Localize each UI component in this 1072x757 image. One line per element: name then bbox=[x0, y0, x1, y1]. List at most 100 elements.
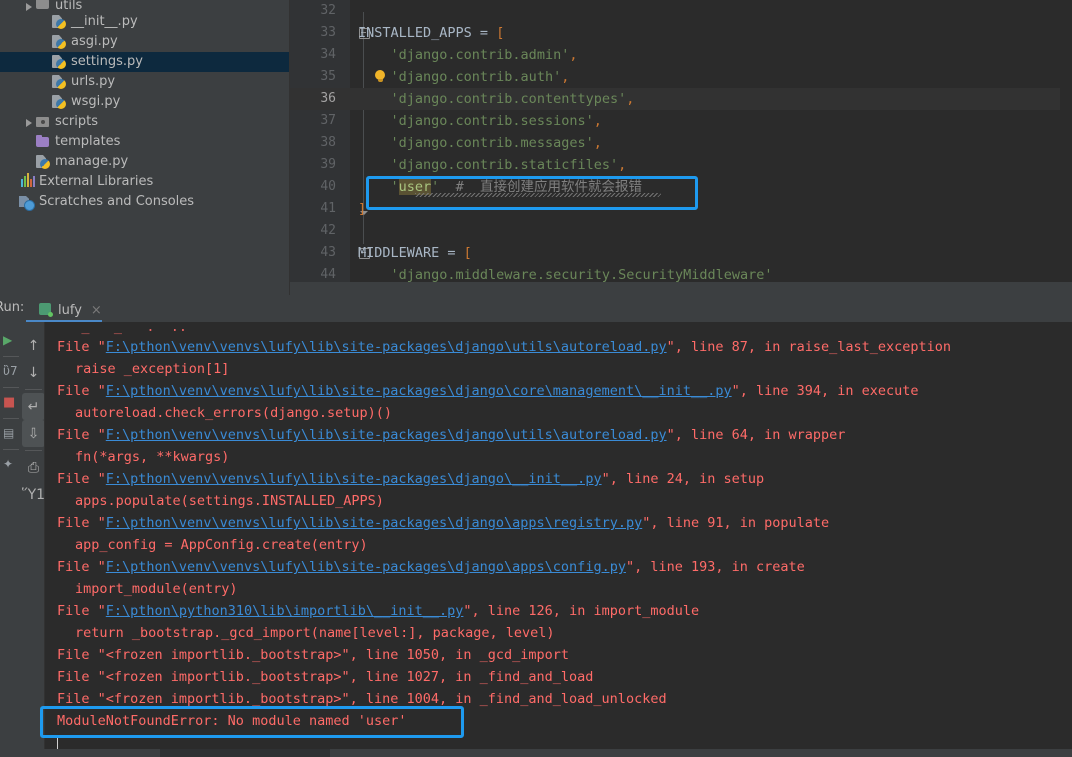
stacktrace-file-link[interactable]: F:\pthon\venv\venvs\lufy\lib\site-packag… bbox=[106, 559, 626, 575]
code-text: INSTALLED_APPS = [ bbox=[358, 25, 505, 41]
console-toolbar[interactable]: ↑ ↓ ↵ ⇩ ⎙ Ὕ1 bbox=[22, 322, 45, 757]
stacktrace-file-link[interactable]: F:\pthon\venv\venvs\lufy\lib\site-packag… bbox=[106, 471, 602, 487]
clear-all-button[interactable]: Ὕ1 bbox=[22, 481, 45, 508]
tree-item-label: External Libraries bbox=[39, 174, 154, 189]
print-button[interactable]: ⎙ bbox=[22, 454, 45, 481]
console-text: File "<frozen importlib._bootstrap>", li… bbox=[57, 647, 570, 663]
code-line-35[interactable]: 35 'django.contrib.auth', bbox=[290, 66, 1072, 88]
console-text: ", line 64, in wrapper bbox=[666, 427, 846, 443]
close-icon[interactable]: × bbox=[91, 303, 102, 318]
stacktrace-file-link[interactable]: F:\pthon\python310\lib\importlib\__init_… bbox=[106, 603, 464, 619]
code-text: 'django.contrib.contenttypes', bbox=[390, 91, 635, 107]
run-tool-window: Run: lufy × ▶ ὒ7 ■ ▤ ✦ ↑ ↓ ↵ ⇩ ⎙Ὕ1 _ _ . ..File … bbox=[0, 295, 1072, 757]
code-text: 'django.contrib.admin', bbox=[390, 47, 578, 63]
tree-item-scratches-and-consoles[interactable]: Scratches and Consoles bbox=[0, 192, 290, 212]
stacktrace-file-link[interactable]: F:\pthon\venv\venvs\lufy\lib\site-packag… bbox=[106, 339, 667, 355]
tree-item-wsgi-py[interactable]: wsgi.py bbox=[0, 92, 290, 112]
console-text: apps.populate(settings.INSTALLED_APPS) bbox=[75, 493, 384, 509]
code-line-43[interactable]: 43 MIDDLEWARE = [ bbox=[290, 242, 1072, 264]
python-file-icon bbox=[51, 14, 67, 30]
editor-lines[interactable]: 32 33 INSTALLED_APPS = [ 34 'django.contrib… bbox=[290, 0, 1072, 282]
run-tab-bar: Run: lufy × bbox=[0, 295, 1072, 322]
console-line: apps.populate(settings.INSTALLED_APPS) bbox=[45, 490, 1072, 512]
code-line-34[interactable]: 34 'django.contrib.admin', bbox=[290, 44, 1072, 66]
stacktrace-file-link[interactable]: F:\pthon\venv\venvs\lufy\lib\site-packag… bbox=[106, 427, 667, 443]
tree-item-scripts[interactable]: scripts bbox=[0, 112, 290, 132]
toolbar-separator bbox=[25, 389, 42, 390]
side-separator bbox=[3, 418, 19, 419]
console-text: import_module(entry) bbox=[75, 581, 238, 597]
folder-dot-icon bbox=[35, 114, 51, 130]
console-line: return _bootstrap._gcd_import(name[level… bbox=[45, 622, 1072, 644]
run-side-icons[interactable]: ▶ ὒ7 ■ ▤ ✦ bbox=[0, 322, 22, 757]
code-text: 'django.middleware.security.SecurityMidd… bbox=[390, 267, 773, 282]
side-separator bbox=[3, 387, 19, 388]
chevron-right-icon[interactable] bbox=[24, 1, 35, 12]
python-file-icon bbox=[51, 74, 67, 90]
line-number: 42 bbox=[320, 223, 336, 238]
console-line: ModuleNotFoundError: No module named 'us… bbox=[45, 710, 1072, 732]
tree-item-templates[interactable]: templates bbox=[0, 132, 290, 152]
tab-lufy[interactable]: lufy × bbox=[33, 298, 108, 322]
project-tree[interactable]: utils __init__.py asgi.py settings.py urls.p… bbox=[0, 0, 290, 295]
python-file-icon bbox=[51, 94, 67, 110]
code-line-32[interactable]: 32 bbox=[290, 0, 1072, 22]
code-line-40[interactable]: 40 'user' # 直接创建应用软件就会报错 bbox=[290, 176, 1072, 198]
scroll-up-icon: ↑ bbox=[27, 337, 40, 354]
code-editor[interactable]: 32 33 INSTALLED_APPS = [ 34 'django.contrib… bbox=[290, 0, 1072, 282]
stacktrace-file-link[interactable]: F:\pthon\venv\venvs\lufy\lib\site-packag… bbox=[106, 383, 732, 399]
python-file-icon bbox=[35, 154, 51, 170]
console-output[interactable]: _ _ . .. File "F:\pthon\venv\venvs\lufy\l… bbox=[45, 322, 1072, 757]
line-number: 37 bbox=[320, 113, 336, 128]
tree-item-label: settings.py bbox=[71, 54, 143, 69]
tree-item-init-py[interactable]: __init__.py bbox=[0, 12, 290, 32]
tree-item-label: wsgi.py bbox=[71, 94, 121, 109]
console-line: fn(*args, **kwargs) bbox=[45, 446, 1072, 468]
code-line-36[interactable]: 36 'django.contrib.contenttypes', bbox=[290, 88, 1072, 110]
tree-item-utils[interactable]: utils bbox=[0, 0, 290, 12]
stop-button[interactable]: ■ bbox=[0, 390, 22, 416]
python-file-icon bbox=[51, 34, 67, 50]
external-libraries-icon bbox=[19, 173, 35, 190]
side-separator bbox=[3, 356, 19, 357]
line-number: 33 bbox=[320, 25, 336, 40]
layout-button[interactable]: ▤ bbox=[0, 421, 22, 447]
code-text: 'django.contrib.staticfiles', bbox=[390, 157, 627, 173]
run-panel-label: Run: bbox=[0, 300, 25, 315]
code-line-39[interactable]: 39 'django.contrib.staticfiles', bbox=[290, 154, 1072, 176]
tree-item-external-libraries[interactable]: External Libraries bbox=[0, 172, 290, 192]
pin-button[interactable]: ✦ bbox=[0, 452, 22, 478]
console-text: File " bbox=[57, 515, 106, 531]
soft-wrap-icon: ↵ bbox=[27, 398, 40, 415]
tree-item-manage-py[interactable]: manage.py bbox=[0, 152, 290, 172]
scroll-up-button[interactable]: ↑ bbox=[22, 332, 45, 359]
code-line-38[interactable]: 38 'django.contrib.messages', bbox=[290, 132, 1072, 154]
tree-item-settings-py[interactable]: settings.py bbox=[0, 52, 290, 72]
console-text: ", line 24, in setup bbox=[601, 471, 765, 487]
code-line-33[interactable]: 33 INSTALLED_APPS = [ bbox=[290, 22, 1072, 44]
scroll-down-button[interactable]: ↓ bbox=[22, 359, 45, 386]
tree-item-urls-py[interactable]: urls.py bbox=[0, 72, 290, 92]
line-number: 44 bbox=[320, 267, 336, 282]
chevron-right-icon[interactable] bbox=[24, 117, 35, 128]
code-line-37[interactable]: 37 'django.contrib.sessions', bbox=[290, 110, 1072, 132]
settings-wrench-icon: ὒ7 bbox=[3, 364, 18, 378]
code-line-44[interactable]: 44 'django.middleware.security.SecurityM… bbox=[290, 264, 1072, 282]
tree-item-label: templates bbox=[55, 134, 121, 149]
console-line: app_config = AppConfig.create(entry) bbox=[45, 534, 1072, 556]
scroll-to-end-button[interactable]: ⇩ bbox=[22, 420, 45, 447]
code-line-42[interactable]: 42 bbox=[290, 220, 1072, 242]
stacktrace-file-link[interactable]: F:\pthon\venv\venvs\lufy\lib\site-packag… bbox=[106, 515, 642, 531]
code-line-41[interactable]: 41] bbox=[290, 198, 1072, 220]
tree-item-asgi-py[interactable]: asgi.py bbox=[0, 32, 290, 52]
editor-bottom-gap bbox=[290, 282, 1072, 295]
rerun-button[interactable]: ▶ bbox=[0, 328, 22, 354]
editor-scrollbar[interactable] bbox=[1060, 0, 1072, 282]
scroll-to-end-icon: ⇩ bbox=[27, 425, 40, 442]
line-number: 43 bbox=[320, 245, 336, 260]
soft-wrap-button[interactable]: ↵ bbox=[22, 393, 45, 420]
console-area: ▶ ὒ7 ■ ▤ ✦ ↑ ↓ ↵ ⇩ ⎙ Ὕ1 _ _ . .. File "F:\pthon\ve… bbox=[0, 322, 1072, 757]
console-line: File "<frozen importlib._bootstrap>", li… bbox=[45, 688, 1072, 710]
settings-wrench-button[interactable]: ὒ7 bbox=[0, 359, 22, 385]
